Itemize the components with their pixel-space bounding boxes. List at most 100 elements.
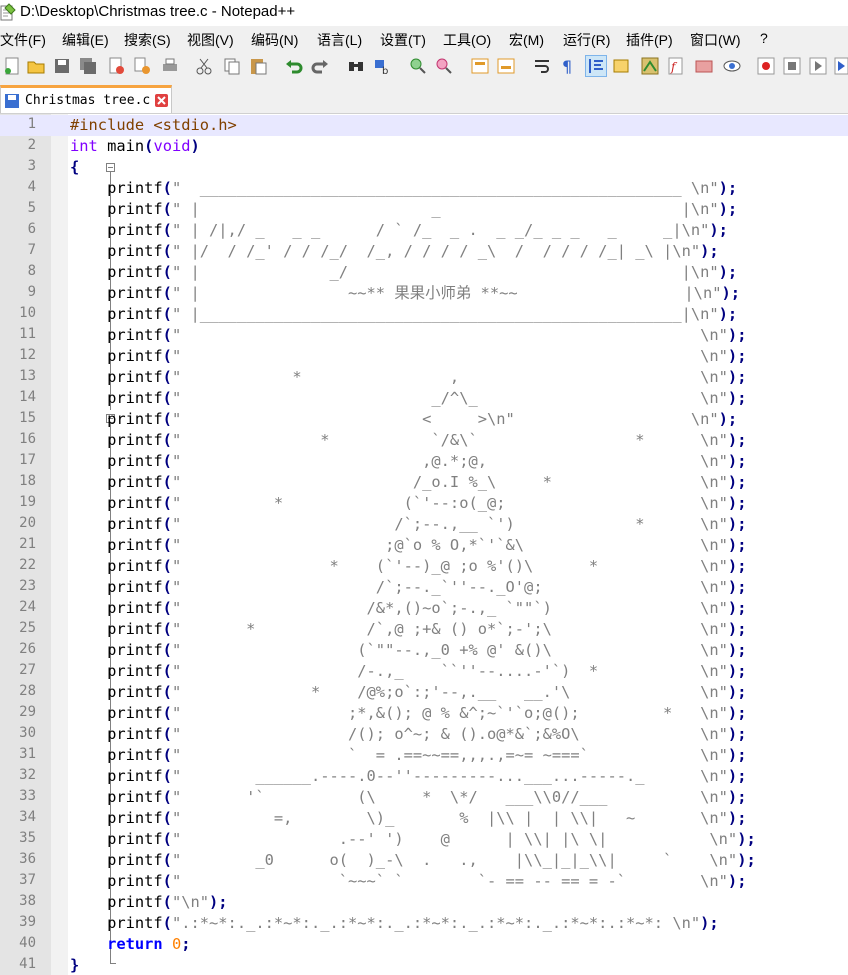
code-line[interactable]: 15 printf(" < >\n" \n");: [0, 409, 848, 430]
paste-icon[interactable]: [248, 56, 268, 76]
code-text[interactable]: printf(" _/^\_ \n");: [70, 388, 746, 409]
code-line[interactable]: 36 printf(" _0 o( )_-\ . ., |\\_|_|_\\| …: [0, 850, 848, 871]
code-text[interactable]: printf(" _______________________________…: [70, 178, 737, 199]
sync-horizontal-icon[interactable]: [496, 56, 516, 76]
code-line[interactable]: 8 printf(" | _/ |\n");: [0, 262, 848, 283]
code-text[interactable]: printf(" ,@.*;@, \n");: [70, 451, 746, 472]
code-line[interactable]: 24 printf(" /&*,()~o`;-.,_ `""`) \n");: [0, 598, 848, 619]
code-line[interactable]: 40 return 0;: [0, 934, 848, 955]
code-line[interactable]: 18 printf(" /_o.I %_\ * \n");: [0, 472, 848, 493]
code-line[interactable]: 3{: [0, 157, 848, 178]
new-file-icon[interactable]: [2, 56, 22, 76]
zoom-out-icon[interactable]: [434, 56, 454, 76]
undo-icon[interactable]: [284, 56, 304, 76]
code-text[interactable]: printf(" ______.----.0--''---------...__…: [70, 766, 746, 787]
code-line[interactable]: 5 printf(" | _ |\n");: [0, 199, 848, 220]
menu-help[interactable]: ?: [760, 30, 768, 46]
code-line[interactable]: 17 printf(" ,@.*;@, \n");: [0, 451, 848, 472]
code-text[interactable]: #include <stdio.h>: [70, 115, 237, 136]
stop-macro-icon[interactable]: [782, 56, 802, 76]
code-text[interactable]: printf(" | ~~** 果果小师弟 **~~ |\n");: [70, 283, 740, 304]
code-text[interactable]: printf(" (`""--.,_0 +% @' &()\ \n");: [70, 640, 746, 661]
code-line[interactable]: 26 printf(" (`""--.,_0 +% @' &()\ \n");: [0, 640, 848, 661]
code-text[interactable]: printf(" | /|,/ _ _ _ / ` /_ _ . _ _/_ _…: [70, 220, 728, 241]
code-line[interactable]: 1 #include <stdio.h>: [0, 115, 848, 136]
code-line[interactable]: 27 printf(" /-.,_ ``''--....-'`) * \n");: [0, 661, 848, 682]
code-text[interactable]: printf(" * (`'--:o(_@; \n");: [70, 493, 746, 514]
menu-settings[interactable]: 设置(T): [380, 30, 426, 50]
code-line[interactable]: 31 printf(" ` = .==~~==,,,.,=~= ~===` \n…: [0, 745, 848, 766]
play-macro-icon[interactable]: [808, 56, 828, 76]
close-tab-icon[interactable]: [155, 94, 168, 107]
code-text[interactable]: printf(" < >\n" \n");: [70, 409, 737, 430]
code-text[interactable]: printf("\n");: [70, 892, 228, 913]
monitoring-icon[interactable]: [722, 56, 742, 76]
code-line[interactable]: 13 printf(" * , \n");: [0, 367, 848, 388]
code-text[interactable]: printf(" |______________________________…: [70, 304, 737, 325]
code-line[interactable]: 29 printf(" ;*,&(); @ % &^;~`'`o;@(); * …: [0, 703, 848, 724]
find-icon[interactable]: [346, 56, 366, 76]
code-text[interactable]: printf(" | _/ |\n");: [70, 262, 737, 283]
code-line[interactable]: 37 printf(" `~~~` ` `- == -- == = -` \n"…: [0, 871, 848, 892]
code-line[interactable]: 39 printf(".:*~*:._.:*~*:._.:*~*:._.:*~*…: [0, 913, 848, 934]
code-text[interactable]: printf(" '` (\ * \*/ ___\\0//___ \n");: [70, 787, 746, 808]
print-icon[interactable]: [160, 56, 180, 76]
menu-view[interactable]: 视图(V): [187, 30, 234, 50]
indent-guide-icon[interactable]: [585, 55, 607, 77]
code-line[interactable]: 12 printf(" \n");: [0, 346, 848, 367]
code-text[interactable]: int main(void): [70, 136, 200, 157]
word-wrap-icon[interactable]: [532, 56, 552, 76]
code-text[interactable]: printf(" /_o.I %_\ * \n");: [70, 472, 746, 493]
code-line[interactable]: 41}: [0, 955, 848, 975]
code-text[interactable]: }: [70, 955, 79, 975]
code-text[interactable]: return 0;: [70, 934, 190, 955]
menu-edit[interactable]: 编辑(E): [62, 30, 109, 50]
code-line[interactable]: 20 printf(" /`;--.,__ `') * \n");: [0, 514, 848, 535]
code-text[interactable]: printf(" /&*,()~o`;-.,_ `""`) \n");: [70, 598, 746, 619]
code-line[interactable]: 6 printf(" | /|,/ _ _ _ / ` /_ _ . _ _/_…: [0, 220, 848, 241]
udl-icon[interactable]: [612, 56, 632, 76]
code-text[interactable]: printf(" =, \)_ % |\\ | | \\| ~ \n");: [70, 808, 746, 829]
menu-encoding[interactable]: 编码(N): [251, 30, 298, 50]
code-text[interactable]: printf(" `~~~` ` `- == -- == = -` \n");: [70, 871, 746, 892]
code-line[interactable]: 21 printf(" ;@`o % O,*`'`&\ \n");: [0, 535, 848, 556]
folder-workspace-icon[interactable]: [694, 56, 714, 76]
menu-file[interactable]: 文件(F): [0, 30, 46, 50]
code-text[interactable]: printf(" ` = .==~~==,,,.,=~= ~===` \n");: [70, 745, 746, 766]
code-line[interactable]: 23 printf(" /`;--._`''--._O'@; \n");: [0, 577, 848, 598]
code-text[interactable]: printf(" * /`,@ ;+& () o*`;-';\ \n");: [70, 619, 746, 640]
code-line[interactable]: 35 printf(" .--' ') @ | \\| |\ \| \n");: [0, 829, 848, 850]
editor[interactable]: 1 #include <stdio.h> 2 int main(void) 3{4 pr…: [0, 114, 848, 975]
code-text[interactable]: printf(" | _ |\n");: [70, 199, 737, 220]
code-line[interactable]: 22 printf(" * (`'--)_@ ;o %'()\ * \n");: [0, 556, 848, 577]
copy-icon[interactable]: [222, 56, 242, 76]
sync-vertical-icon[interactable]: [470, 56, 490, 76]
save-all-icon[interactable]: [78, 56, 98, 76]
menu-plugins[interactable]: 插件(P): [626, 30, 673, 50]
open-file-icon[interactable]: [26, 56, 46, 76]
code-text[interactable]: printf(" ;*,&(); @ % &^;~`'`o;@(); * \n"…: [70, 703, 746, 724]
save-icon[interactable]: [52, 56, 72, 76]
code-line[interactable]: 34 printf(" =, \)_ % |\\ | | \\| ~ \n");: [0, 808, 848, 829]
menu-macro[interactable]: 宏(M): [509, 30, 544, 50]
code-line[interactable]: 30 printf(" /(); o^~; & ().o@*&`;&%O\ \n…: [0, 724, 848, 745]
code-text[interactable]: printf(" .--' ') @ | \\| |\ \| \n");: [70, 829, 756, 850]
code-line[interactable]: 7 printf(" |/ / /_' / / /_/ /_, / / / / …: [0, 241, 848, 262]
code-line[interactable]: 4 printf(" _____________________________…: [0, 178, 848, 199]
menu-search[interactable]: 搜索(S): [124, 30, 171, 50]
code-text[interactable]: printf(" _0 o( )_-\ . ., |\\_|_|_\\| ` \…: [70, 850, 756, 871]
redo-icon[interactable]: [310, 56, 330, 76]
run-macro-icon[interactable]: [834, 56, 848, 76]
code-text[interactable]: printf(" * `/&\` * \n");: [70, 430, 746, 451]
code-text[interactable]: {: [70, 157, 79, 178]
close-icon[interactable]: [106, 56, 126, 76]
code-line[interactable]: 19 printf(" * (`'--:o(_@; \n");: [0, 493, 848, 514]
code-line[interactable]: 32 printf(" ______.----.0--''---------..…: [0, 766, 848, 787]
code-line[interactable]: 28 printf(" * /@%;o`:;'--,.__ __.'\ \n")…: [0, 682, 848, 703]
code-text[interactable]: printf(" ;@`o % O,*`'`&\ \n");: [70, 535, 746, 556]
cut-icon[interactable]: [194, 56, 214, 76]
code-text[interactable]: printf(" * /@%;o`:;'--,.__ __.'\ \n");: [70, 682, 746, 703]
menu-tools[interactable]: 工具(O): [443, 30, 491, 50]
code-text[interactable]: printf(" \n");: [70, 325, 746, 346]
code-line[interactable]: 9 printf(" | ~~** 果果小师弟 **~~ |\n");: [0, 283, 848, 304]
